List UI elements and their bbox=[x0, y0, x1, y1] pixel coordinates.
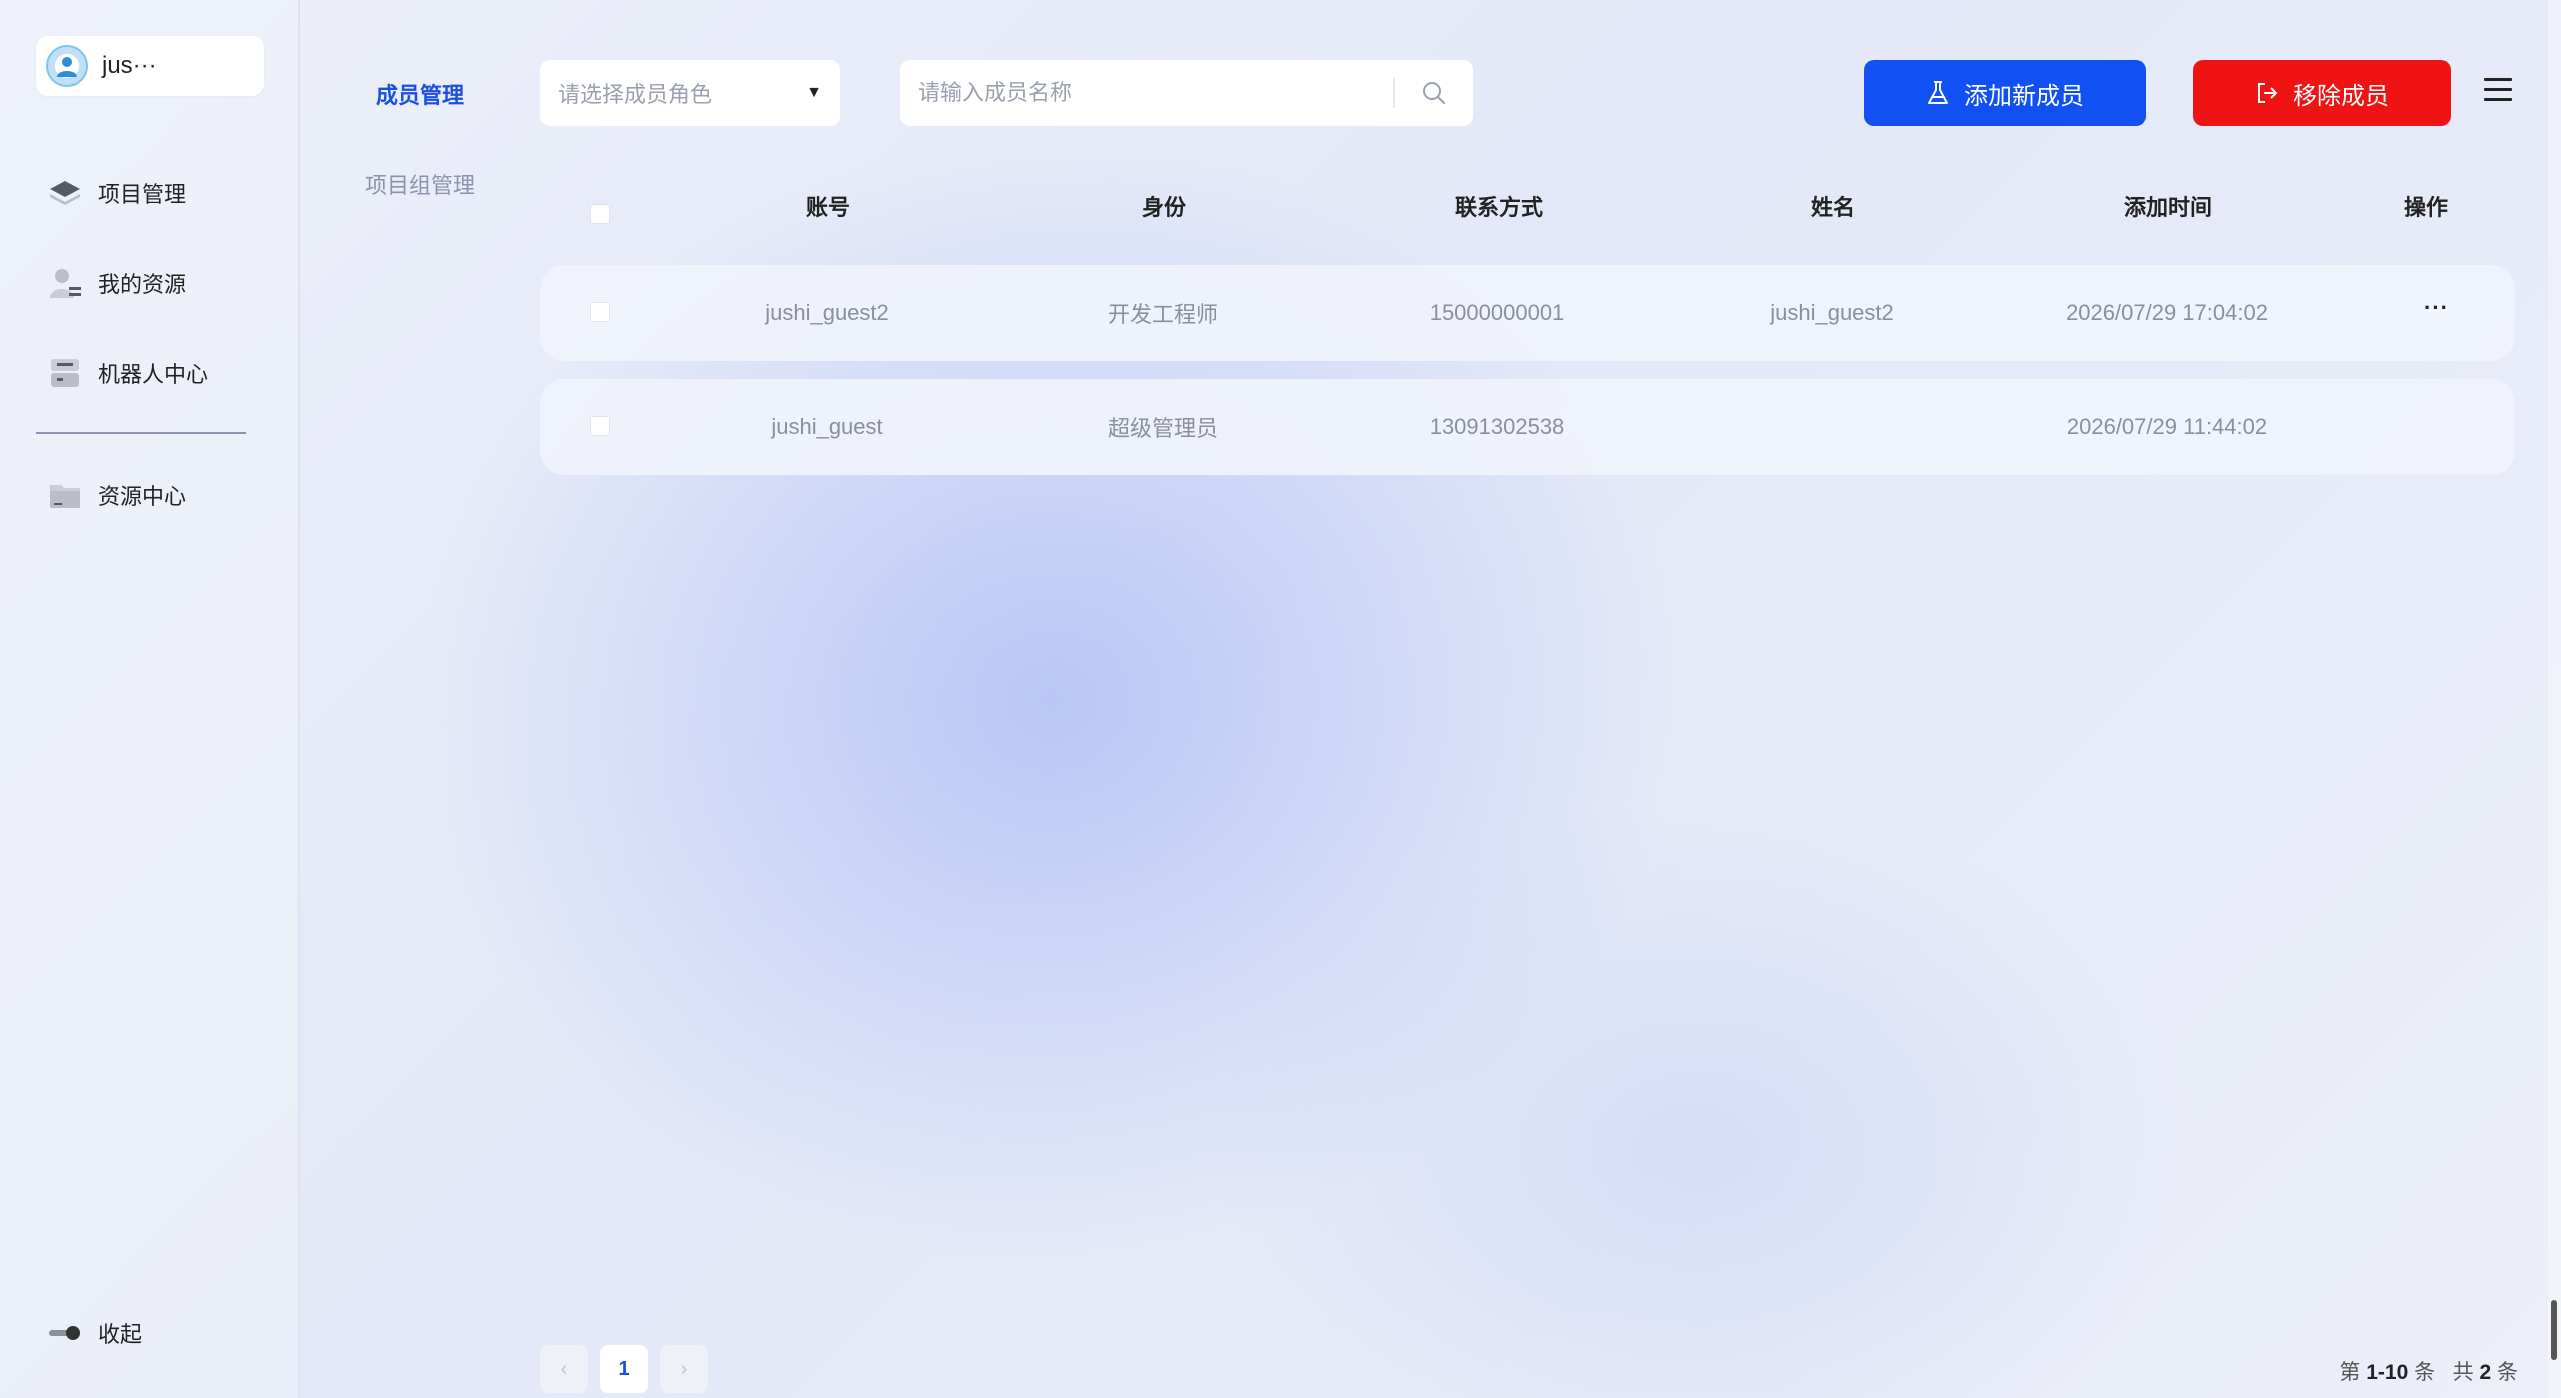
cell-contact: 13091302538 bbox=[1429, 414, 1565, 439]
row-checkbox[interactable] bbox=[590, 302, 610, 322]
layers-icon bbox=[46, 174, 84, 212]
sidebar-item-resource-center[interactable]: 资源中心 bbox=[46, 475, 186, 515]
folder-icon bbox=[46, 476, 84, 514]
column-header-contact: 联系方式 bbox=[1454, 195, 1544, 220]
user-name: jus··· bbox=[102, 52, 157, 79]
more-actions-icon[interactable]: ··· bbox=[2424, 295, 2449, 321]
sidebar-item-project-management[interactable]: 项目管理 bbox=[46, 173, 186, 213]
sidebar: jus··· 项目管理 我的资源 机器人中心 资源中心 收起 bbox=[0, 0, 300, 1398]
remove-member-button[interactable]: 移除成员 bbox=[2193, 60, 2451, 126]
cell-account: jushi_guest bbox=[771, 414, 883, 439]
range-value: 1-10 bbox=[2366, 1361, 2409, 1384]
user-chip[interactable]: jus··· bbox=[36, 36, 264, 96]
sidebar-item-label: 项目管理 bbox=[98, 182, 187, 207]
table-header: 账号 身份 联系方式 姓名 添加时间 操作 bbox=[540, 190, 2515, 240]
tab-member-management[interactable]: 成员管理 bbox=[300, 78, 540, 110]
caret-down-icon: ▼ bbox=[806, 84, 822, 101]
add-member-button[interactable]: 添加新成员 bbox=[1864, 60, 2146, 126]
logout-icon bbox=[2255, 81, 2279, 105]
flask-icon bbox=[1926, 80, 1950, 106]
avatar bbox=[46, 45, 88, 87]
cell-added-time: 2026/07/29 11:44:02 bbox=[2066, 414, 2268, 439]
select-all-checkbox[interactable] bbox=[590, 204, 610, 224]
total-value: 2 bbox=[2479, 1361, 2492, 1384]
row-checkbox[interactable] bbox=[590, 416, 610, 436]
next-page-button[interactable]: › bbox=[660, 1345, 708, 1393]
role-select-placeholder: 请选择成员角色 bbox=[558, 82, 713, 107]
hamburger-menu-icon[interactable] bbox=[2484, 78, 2514, 108]
cell-contact: 15000000001 bbox=[1429, 300, 1565, 325]
collapse-label: 收起 bbox=[98, 1322, 143, 1347]
column-header-role: 身份 bbox=[1141, 195, 1187, 220]
sidebar-collapse-button[interactable]: 收起 bbox=[46, 1313, 142, 1353]
robot-icon bbox=[46, 354, 84, 392]
search-box bbox=[900, 60, 1473, 126]
search-button[interactable] bbox=[1395, 60, 1473, 126]
pagination: ‹ 1 › bbox=[540, 1345, 708, 1393]
role-select[interactable]: 请选择成员角色 ▼ bbox=[540, 60, 840, 126]
column-header-account: 账号 bbox=[805, 195, 851, 220]
sidebar-divider bbox=[36, 432, 246, 434]
page-button-current[interactable]: 1 bbox=[600, 1345, 648, 1393]
sidebar-item-label: 我的资源 bbox=[98, 272, 187, 297]
cell-role: 开发工程师 bbox=[1107, 302, 1219, 327]
pagination-summary: 第 1-10 条 共 2 条 bbox=[2339, 1356, 2518, 1386]
cell-role: 超级管理员 bbox=[1107, 416, 1219, 441]
column-header-added-time: 添加时间 bbox=[2123, 195, 2213, 220]
member-search-input[interactable] bbox=[900, 60, 1393, 126]
add-member-label: 添加新成员 bbox=[1964, 82, 2084, 110]
scrollbar-thumb[interactable] bbox=[2551, 1300, 2557, 1360]
total-prefix: 共 bbox=[2452, 1361, 2474, 1384]
scrollbar[interactable] bbox=[2548, 0, 2561, 1398]
range-suffix: 条 bbox=[2414, 1361, 2436, 1384]
sidebar-item-label: 资源中心 bbox=[98, 484, 187, 509]
toggle-icon bbox=[46, 1314, 84, 1352]
column-header-actions: 操作 bbox=[2403, 195, 2449, 220]
cell-name: jushi_guest2 bbox=[1770, 300, 1894, 325]
range-prefix: 第 bbox=[2339, 1361, 2361, 1384]
prev-page-button[interactable]: ‹ bbox=[540, 1345, 588, 1393]
total-suffix: 条 bbox=[2497, 1361, 2518, 1384]
column-header-name: 姓名 bbox=[1810, 195, 1856, 220]
search-icon bbox=[1423, 82, 1445, 104]
sidebar-item-robot-center[interactable]: 机器人中心 bbox=[46, 353, 208, 393]
sidebar-item-my-resources[interactable]: 我的资源 bbox=[46, 263, 186, 303]
tab-project-group-management[interactable]: 项目组管理 bbox=[300, 168, 540, 200]
table-row[interactable]: jushi_guest 超级管理员 13091302538 2026/07/29… bbox=[540, 379, 2515, 475]
sidebar-item-label: 机器人中心 bbox=[98, 362, 209, 387]
table-row[interactable]: jushi_guest2 开发工程师 15000000001 jushi_gue… bbox=[540, 265, 2515, 361]
cell-account: jushi_guest2 bbox=[765, 300, 889, 325]
user-resource-icon bbox=[46, 264, 84, 302]
user-avatar-icon bbox=[57, 57, 77, 77]
cell-added-time: 2026/07/29 17:04:02 bbox=[2066, 300, 2268, 325]
remove-member-label: 移除成员 bbox=[2293, 82, 2389, 110]
